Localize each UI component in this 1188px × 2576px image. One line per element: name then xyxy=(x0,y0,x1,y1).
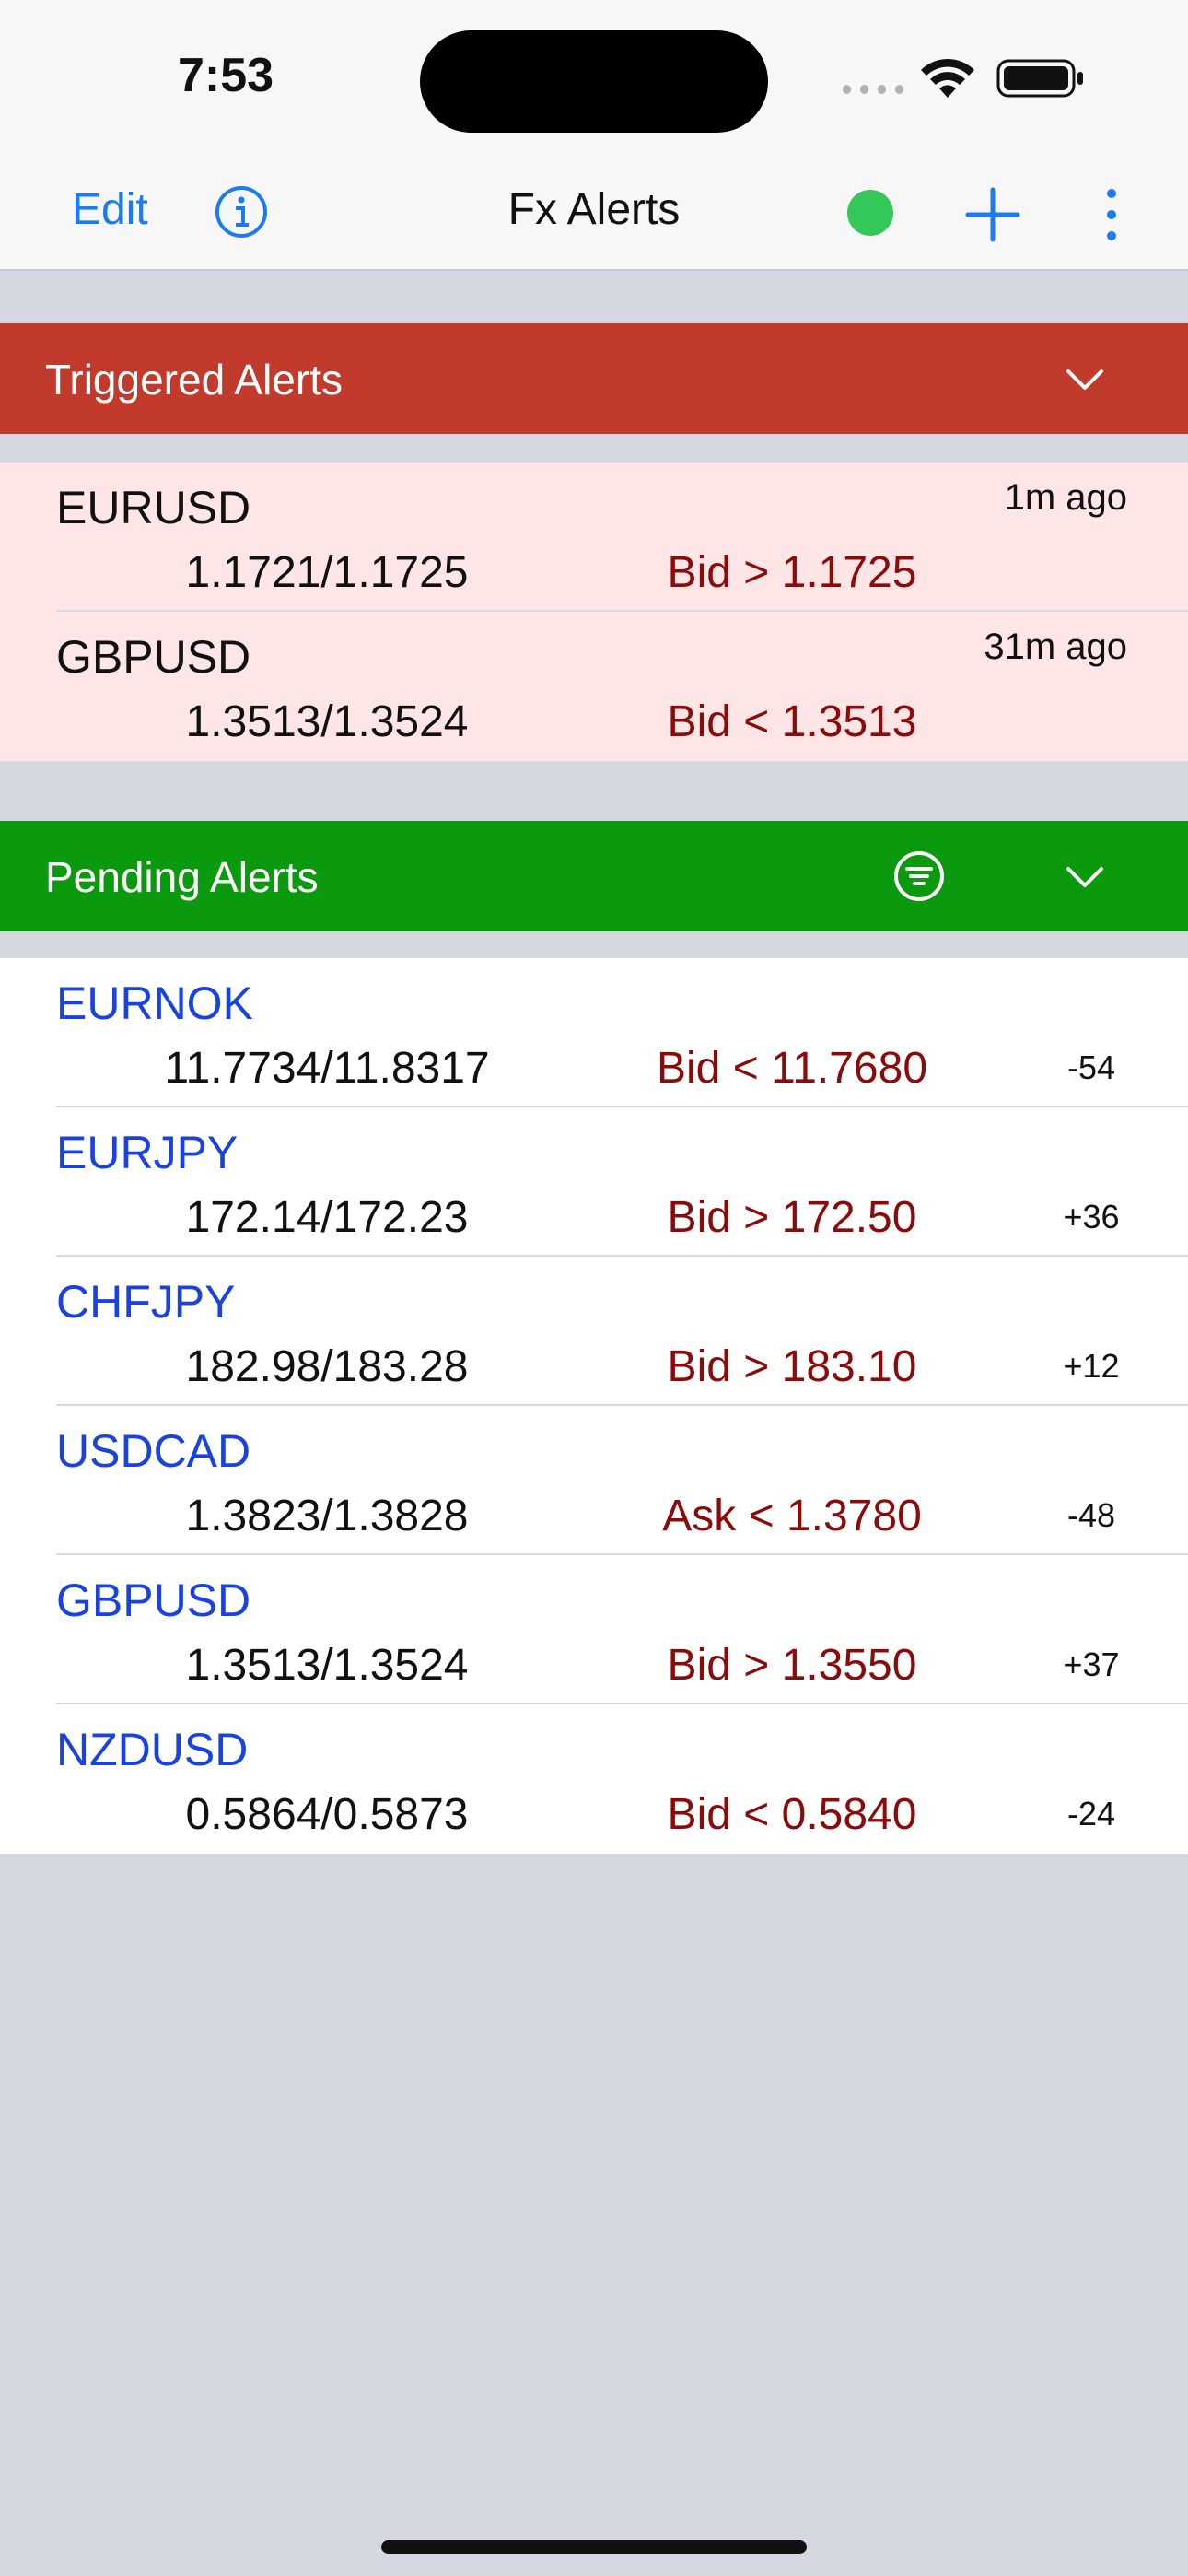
list-item[interactable]: CHFJPY 182.98/183.28 Bid > 183.10 +12 xyxy=(0,1257,1188,1406)
cellular-signal-icon xyxy=(843,83,903,96)
info-icon[interactable] xyxy=(214,184,269,240)
symbol: NZDUSD xyxy=(56,1724,249,1775)
pip-distance: +36 xyxy=(1063,1198,1120,1235)
list-item[interactable]: USDCAD 1.3823/1.3828 Ask < 1.3780 -48 xyxy=(0,1406,1188,1555)
quote: 182.98/183.28 xyxy=(185,1342,469,1391)
condition: Bid < 11.7680 xyxy=(656,1044,928,1093)
symbol: EURUSD xyxy=(56,482,251,533)
battery-icon xyxy=(996,59,1083,98)
chevron-down-icon[interactable] xyxy=(1065,858,1105,895)
quote: 1.1721/1.1725 xyxy=(185,548,469,597)
status-bar: 7:53 xyxy=(0,0,1188,157)
condition: Bid > 1.3550 xyxy=(667,1641,917,1690)
list-item[interactable]: EURJPY 172.14/172.23 Bid > 172.50 +36 xyxy=(0,1107,1188,1257)
filter-icon[interactable] xyxy=(891,849,947,904)
wifi-icon xyxy=(921,58,974,98)
triggered-alerts-header[interactable]: Triggered Alerts xyxy=(0,323,1188,434)
symbol: GBPUSD xyxy=(56,631,251,683)
condition: Bid < 1.3513 xyxy=(667,697,917,746)
condition: Bid < 0.5840 xyxy=(667,1790,917,1839)
pip-distance: -54 xyxy=(1066,1048,1116,1086)
list-item[interactable]: GBPUSD 1.3513/1.3524 Bid < 1.3513 31m ag… xyxy=(0,612,1188,761)
quote: 1.3513/1.3524 xyxy=(185,1641,469,1690)
list-item[interactable]: EURNOK 11.7734/11.8317 Bid < 11.7680 -54 xyxy=(0,958,1188,1107)
quote: 1.3513/1.3524 xyxy=(185,697,469,746)
quote: 11.7734/11.8317 xyxy=(164,1044,490,1093)
pip-distance: +37 xyxy=(1063,1645,1120,1683)
triggered-time: 31m ago xyxy=(984,626,1127,667)
section-title: Triggered Alerts xyxy=(45,356,343,404)
connection-status-dot xyxy=(847,190,893,236)
triggered-alerts-list: EURUSD 1.1721/1.1725 Bid > 1.1725 1m ago… xyxy=(0,463,1188,761)
symbol: EURNOK xyxy=(56,978,253,1029)
chevron-down-icon[interactable] xyxy=(1065,360,1105,397)
pending-alerts-list: EURNOK 11.7734/11.8317 Bid < 11.7680 -54… xyxy=(0,958,1188,1854)
pip-distance: +12 xyxy=(1063,1347,1120,1385)
symbol: GBPUSD xyxy=(56,1575,251,1626)
more-vertical-icon[interactable] xyxy=(1098,186,1125,243)
pip-distance: -24 xyxy=(1066,1795,1116,1832)
quote: 0.5864/0.5873 xyxy=(185,1790,469,1839)
condition: Ask < 1.3780 xyxy=(662,1492,922,1540)
quote: 1.3823/1.3828 xyxy=(185,1492,469,1540)
list-item[interactable]: GBPUSD 1.3513/1.3524 Bid > 1.3550 +37 xyxy=(0,1555,1188,1704)
pending-alerts-header[interactable]: Pending Alerts xyxy=(0,821,1188,931)
pip-distance: -48 xyxy=(1066,1496,1116,1534)
dynamic-island xyxy=(420,30,768,133)
triggered-time: 1m ago xyxy=(1004,477,1127,518)
quote: 172.14/172.23 xyxy=(185,1193,469,1242)
section-title: Pending Alerts xyxy=(45,853,319,901)
condition: Bid > 183.10 xyxy=(667,1342,917,1391)
list-item[interactable]: EURUSD 1.1721/1.1725 Bid > 1.1725 1m ago xyxy=(0,463,1188,612)
condition: Bid > 1.1725 xyxy=(667,548,917,597)
edit-button[interactable]: Edit xyxy=(72,184,148,235)
add-icon[interactable] xyxy=(964,186,1021,243)
symbol: USDCAD xyxy=(56,1425,251,1477)
list-item[interactable]: NZDUSD 0.5864/0.5873 Bid < 0.5840 -24 xyxy=(0,1704,1188,1854)
symbol: CHFJPY xyxy=(56,1276,236,1328)
home-indicator[interactable] xyxy=(381,2540,807,2554)
status-time: 7:53 xyxy=(177,49,274,102)
navigation-bar: Edit Fx Alerts xyxy=(0,157,1188,271)
symbol: EURJPY xyxy=(56,1127,239,1178)
condition: Bid > 172.50 xyxy=(667,1193,917,1242)
